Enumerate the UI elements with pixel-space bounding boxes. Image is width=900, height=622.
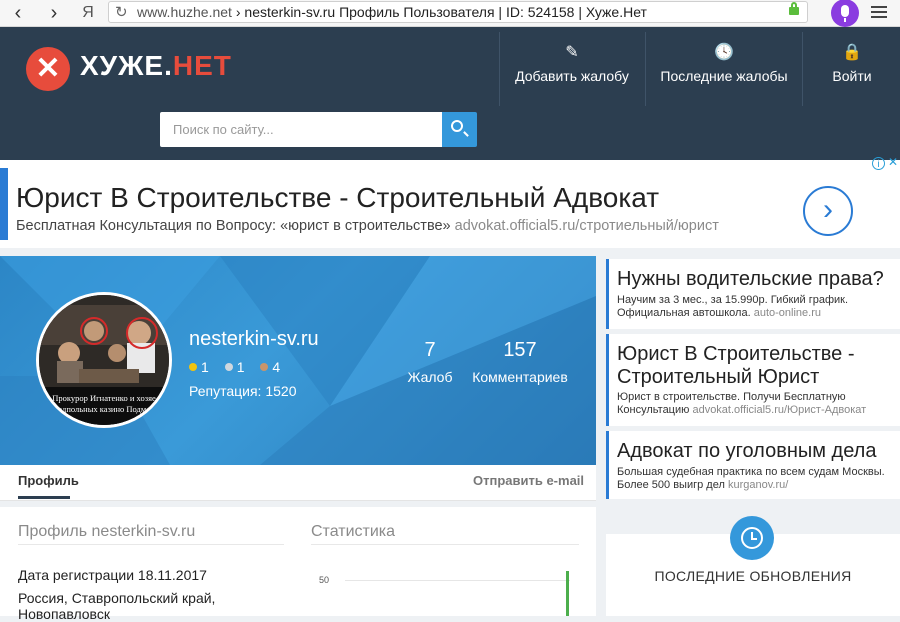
clock-face-icon [741, 527, 763, 549]
side-ad-description: Научим за 3 мес., за 15.990р. Гибкий гра… [617, 294, 887, 320]
side-ad-url[interactable]: advokat.official5.ru/Юрист-Адвокат [692, 404, 866, 416]
forward-icon[interactable]: › [42, 0, 66, 26]
divider [18, 544, 284, 545]
latest-updates-panel: ПОСЛЕДНИЕ ОБНОВЛЕНИЯ [606, 516, 900, 616]
avatar-caption-line1: Прокурор Игнатенко и хозяе [52, 393, 156, 403]
avatar-photo: Прокурор Игнатенко и хозяе подпольных ка… [39, 295, 169, 425]
latest-complaints-label: Последние жалобы [660, 68, 788, 84]
award-badges: 1 1 4 [189, 359, 280, 375]
ad-accent-bar [0, 168, 8, 240]
reputation-label: Репутация: [189, 383, 262, 399]
mic-icon[interactable] [831, 0, 859, 27]
yandex-icon[interactable]: Я [76, 0, 100, 26]
top-ad-url[interactable]: advokat.official5.ru/стротиельный/юрист [455, 218, 719, 234]
chart-y-tick: 50 [319, 575, 330, 585]
top-ad-description: Бесплатная Консультация по Вопросу: «юри… [16, 218, 719, 234]
url-text: www.huzhe.net › nesterkin-sv.ru Профиль … [137, 4, 647, 20]
avatar[interactable]: Прокурор Игнатенко и хозяе подпольных ка… [36, 292, 172, 428]
comments-label[interactable]: Комментариев [466, 369, 574, 385]
search-button[interactable] [442, 112, 477, 147]
clock-icon: 🕓 [714, 44, 734, 61]
logo-text-accent: НЕТ [172, 50, 232, 81]
browser-toolbar: ‹ › Я ↻ www.huzhe.net › nesterkin-sv.ru … [0, 0, 900, 27]
divider [311, 544, 579, 545]
logo-icon[interactable]: ✕ [26, 47, 70, 91]
chevron-right-icon[interactable]: › [803, 186, 853, 236]
profile-heading: Профиль nesterkin-sv.ru [18, 523, 196, 540]
logo-text-main: ХУЖЕ. [80, 50, 173, 81]
active-tab-indicator [18, 496, 70, 499]
silver-badge-count: 1 [236, 359, 245, 375]
profile-tabs: Профиль Отправить e-mail [0, 465, 596, 501]
tab-send-email[interactable]: Отправить e-mail [473, 473, 584, 488]
clock-icon [730, 516, 774, 560]
registration-date: Дата регистрации 18.11.2017 [18, 567, 207, 583]
bronze-badge-icon [260, 363, 269, 371]
menu-icon[interactable] [871, 6, 887, 18]
top-ad-desc-text: Бесплатная Консультация по Вопросу: «юри… [16, 218, 451, 234]
pen-icon: ✎ [565, 44, 579, 61]
gold-badge-count: 1 [201, 359, 209, 375]
side-ad-title[interactable]: Адвокат по уголовным дела [617, 440, 876, 463]
side-ad-url[interactable]: auto-online.ru [754, 307, 821, 319]
side-ad-criminal-lawyer[interactable]: Адвокат по уголовным дела Большая судебн… [606, 431, 900, 499]
latest-updates-title: ПОСЛЕДНИЕ ОБНОВЛЕНИЯ [654, 568, 852, 584]
nav-divider [645, 32, 646, 106]
chart-bar [566, 571, 569, 616]
stats-heading: Статистика [311, 523, 396, 540]
login-label: Войти [832, 68, 872, 84]
search-input[interactable] [160, 112, 443, 147]
side-ad-title[interactable]: Юрист В Строительстве - Строительный Юри… [617, 343, 893, 389]
address-bar[interactable]: ↻ www.huzhe.net › nesterkin-sv.ru Профил… [108, 1, 808, 23]
comments-count[interactable]: 157 [466, 339, 574, 362]
top-ad-title[interactable]: Юрист В Строительстве - Строительный Адв… [16, 182, 659, 214]
url-separator: › [235, 4, 241, 20]
side-ad-url[interactable]: kurganov.ru/ [728, 479, 788, 491]
side-ad-description: Юрист в строительстве. Получи Бесплатную… [617, 391, 887, 417]
reputation: Репутация: 1520 [189, 383, 297, 399]
latest-complaints-button[interactable]: 🕓 Последние жалобы [652, 44, 796, 94]
ad-close-icon[interactable]: ✕ [888, 155, 898, 169]
nav-divider [499, 32, 500, 106]
top-ad-banner[interactable]: Юрист В Строительстве - Строительный Адв… [0, 155, 900, 248]
profile-username: nesterkin-sv.ru [189, 328, 319, 350]
login-button[interactable]: 🔒 Войти [808, 44, 896, 94]
silver-badge-icon [224, 363, 233, 371]
reputation-value: 1520 [265, 383, 297, 399]
lock-icon [789, 2, 799, 15]
tab-profile[interactable]: Профиль [18, 473, 79, 488]
side-ad-driving[interactable]: Нужны водительские права? Научим за 3 ме… [606, 259, 900, 329]
location: Россия, Ставропольский край, Новопавловс… [18, 590, 216, 622]
search-icon [451, 120, 463, 132]
ad-info-icon[interactable]: i [872, 157, 885, 170]
complaints-label[interactable]: Жалоб [400, 369, 460, 385]
profile-content: Профиль nesterkin-sv.ru Статистика Дата … [0, 507, 596, 622]
avatar-caption-line2: подпольных казино Подмос [53, 404, 154, 414]
add-complaint-button[interactable]: ✎ Добавить жалобу [505, 44, 639, 94]
gold-badge-icon [189, 363, 197, 371]
side-ad-title[interactable]: Нужны водительские права? [617, 268, 884, 291]
url-domain: www.huzhe.net [137, 4, 232, 20]
back-icon[interactable]: ‹ [6, 0, 30, 26]
add-complaint-label: Добавить жалобу [515, 68, 629, 84]
nav-divider [802, 32, 803, 106]
logo-text[interactable]: ХУЖЕ.НЕТ [80, 50, 232, 82]
refresh-icon[interactable]: ↻ [115, 3, 128, 21]
side-ad-lawyer[interactable]: Юрист В Строительстве - Строительный Юри… [606, 334, 900, 426]
chart-gridline [345, 580, 570, 581]
bronze-badge-count: 4 [272, 359, 281, 375]
lock-icon: 🔒 [842, 44, 862, 61]
side-ad-description: Большая судебная практика по всем судам … [617, 466, 887, 492]
complaints-count[interactable]: 7 [400, 339, 460, 362]
logo-x-icon: ✕ [35, 52, 61, 85]
url-page-title: nesterkin-sv.ru Профиль Пользователя | I… [244, 4, 647, 20]
